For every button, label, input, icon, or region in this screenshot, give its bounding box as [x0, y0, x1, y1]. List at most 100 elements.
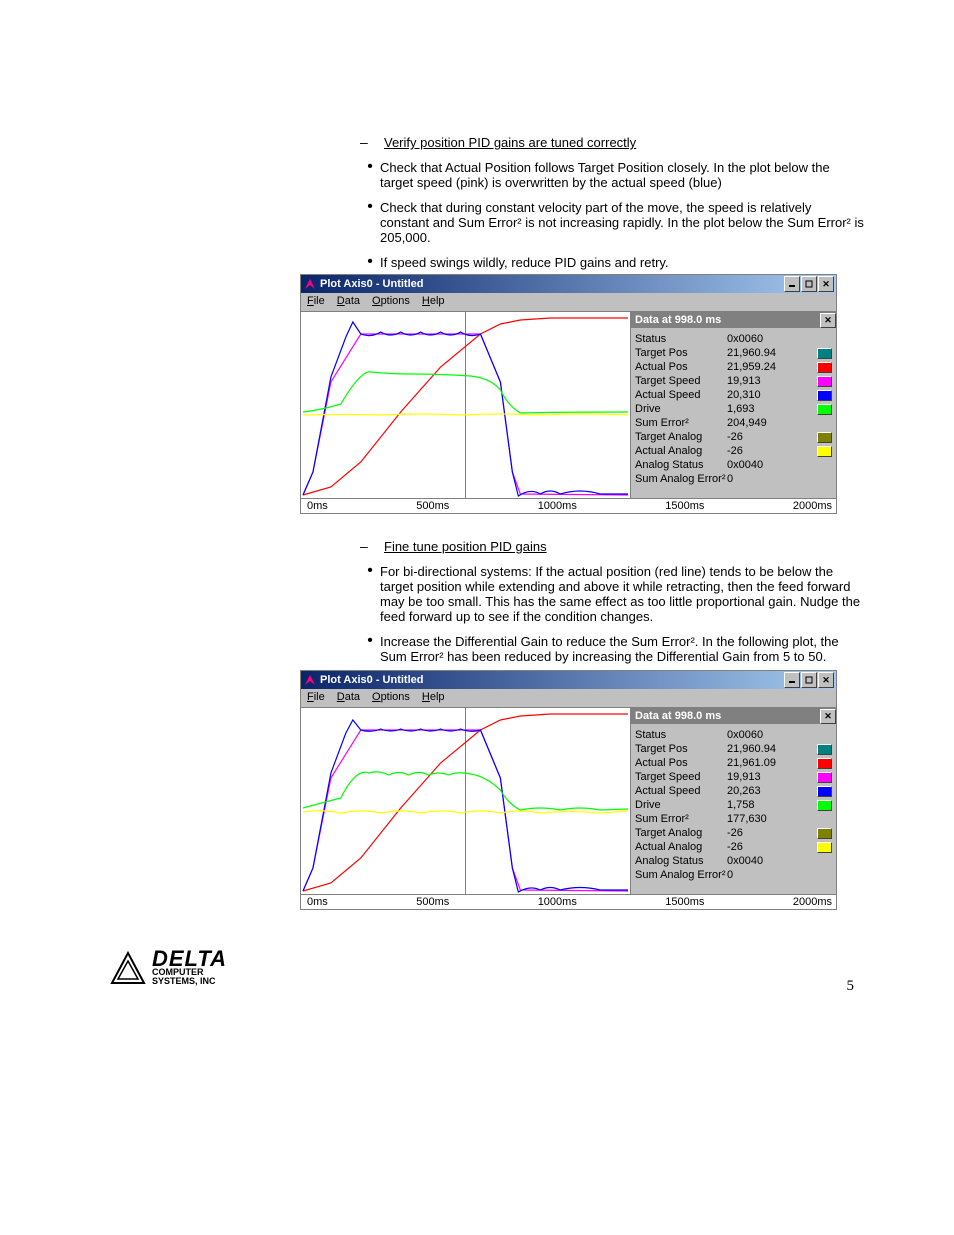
data-label: Actual Pos — [635, 757, 727, 769]
data-panel-close-button[interactable]: ✕ — [820, 709, 836, 724]
x-tick: 500ms — [416, 500, 449, 512]
close-button[interactable]: ✕ — [818, 276, 834, 292]
section-2-heading: Fine tune position PID gains — [384, 539, 547, 554]
data-value: -26 — [727, 431, 789, 443]
page: – Verify position PID gains are tuned co… — [0, 0, 954, 1035]
data-value: 0x0040 — [727, 459, 789, 471]
data-label: Target Pos — [635, 743, 727, 755]
plot-window-1: Plot Axis0 - Untitled ✕ File Data Option… — [300, 274, 837, 514]
app-icon — [303, 673, 317, 687]
data-row: Actual Pos21,961.09 — [635, 756, 832, 770]
data-label: Actual Speed — [635, 389, 727, 401]
data-row: Actual Pos21,959.24 — [635, 360, 832, 374]
x-tick: 1000ms — [538, 896, 577, 908]
data-row: Actual Speed20,310 — [635, 388, 832, 402]
menu-help[interactable]: Help — [422, 295, 445, 307]
data-row: Drive1,693 — [635, 402, 832, 416]
chart-area-1[interactable] — [301, 312, 630, 498]
dash-icon: – — [360, 134, 384, 150]
color-swatch[interactable] — [817, 800, 832, 811]
footer-text: DELTA COMPUTER SYSTEMS, INC — [152, 950, 227, 986]
color-swatch[interactable] — [817, 758, 832, 769]
bullet-icon: • — [360, 255, 380, 269]
data-value: 20,263 — [727, 785, 789, 797]
plot-window-2: Plot Axis0 - Untitled ✕ File Data Option… — [300, 670, 837, 910]
data-row: Status0x0060 — [635, 332, 832, 346]
color-swatch[interactable] — [817, 772, 832, 783]
data-value: 21,960.94 — [727, 347, 789, 359]
data-row: Analog Status0x0040 — [635, 854, 832, 868]
close-button[interactable]: ✕ — [818, 672, 834, 688]
data-label: Target Analog — [635, 827, 727, 839]
x-tick: 0ms — [307, 500, 328, 512]
data-value: 21,961.09 — [727, 757, 789, 769]
menu-bar: File Data Options Help — [301, 689, 836, 708]
chart-area-2[interactable] — [301, 708, 630, 894]
menu-options[interactable]: Options — [372, 691, 410, 703]
menu-options[interactable]: Options — [372, 295, 410, 307]
data-value: 0x0060 — [727, 729, 789, 741]
data-value: 19,913 — [727, 375, 789, 387]
color-swatch[interactable] — [817, 376, 832, 387]
color-swatch[interactable] — [817, 404, 832, 415]
data-label: Actual Speed — [635, 785, 727, 797]
section-1-heading-row: – Verify position PID gains are tuned co… — [360, 134, 864, 150]
title-bar[interactable]: Plot Axis0 - Untitled ✕ — [301, 671, 836, 689]
title-bar[interactable]: Plot Axis0 - Untitled ✕ — [301, 275, 836, 293]
data-row: Target Analog-26 — [635, 430, 832, 444]
color-swatch[interactable] — [817, 828, 832, 839]
x-tick: 1500ms — [665, 896, 704, 908]
data-rows-2: Status0x0060Target Pos21,960.94Actual Po… — [631, 724, 836, 884]
data-label: Target Speed — [635, 771, 727, 783]
color-swatch[interactable] — [817, 446, 832, 457]
data-panel-close-button[interactable]: ✕ — [820, 313, 836, 328]
x-tick: 2000ms — [793, 500, 832, 512]
data-rows-1: Status0x0060Target Pos21,960.94Actual Po… — [631, 328, 836, 488]
data-label: Drive — [635, 403, 727, 415]
color-swatch[interactable] — [817, 348, 832, 359]
data-value: -26 — [727, 827, 789, 839]
section-1-heading: Verify position PID gains are tuned corr… — [384, 135, 636, 150]
maximize-button[interactable] — [801, 276, 817, 292]
data-row: Target Speed19,913 — [635, 374, 832, 388]
data-row: Sum Analog Error²0 — [635, 472, 832, 486]
color-swatch[interactable] — [817, 432, 832, 443]
menu-data[interactable]: Data — [337, 691, 360, 703]
menu-bar: File Data Options Help — [301, 293, 836, 312]
plot-body: Data at 998.0 ms ✕ Status0x0060Target Po… — [301, 708, 836, 894]
color-swatch[interactable] — [817, 362, 832, 373]
data-label: Actual Analog — [635, 841, 727, 853]
data-label: Drive — [635, 799, 727, 811]
bullet-1-3-text: If speed swings wildly, reduce PID gains… — [380, 255, 864, 270]
minimize-button[interactable] — [784, 276, 800, 292]
bullet-icon: • — [360, 564, 380, 578]
minimize-button[interactable] — [784, 672, 800, 688]
data-row: Target Speed19,913 — [635, 770, 832, 784]
x-tick: 1500ms — [665, 500, 704, 512]
menu-file[interactable]: File — [307, 295, 325, 307]
menu-data[interactable]: Data — [337, 295, 360, 307]
maximize-button[interactable] — [801, 672, 817, 688]
data-label: Sum Analog Error² — [635, 473, 727, 485]
window-title: Plot Axis0 - Untitled — [320, 674, 784, 686]
data-row: Analog Status0x0040 — [635, 458, 832, 472]
menu-file[interactable]: File — [307, 691, 325, 703]
data-label: Status — [635, 729, 727, 741]
x-axis-1: 0ms 500ms 1000ms 1500ms 2000ms — [301, 498, 836, 513]
bullet-2-1: • For bi-directional systems: If the act… — [360, 564, 864, 624]
data-value: -26 — [727, 841, 789, 853]
bullet-icon: • — [360, 160, 380, 174]
data-value: 0 — [727, 869, 789, 881]
color-swatch[interactable] — [817, 744, 832, 755]
color-swatch[interactable] — [817, 842, 832, 853]
menu-help[interactable]: Help — [422, 691, 445, 703]
data-panel-title-bar[interactable]: Data at 998.0 ms ✕ — [631, 312, 836, 328]
data-panel-1: Data at 998.0 ms ✕ Status0x0060Target Po… — [630, 312, 836, 498]
data-value: 0 — [727, 473, 789, 485]
bullet-2-1-text: For bi-directional systems: If the actua… — [380, 564, 864, 624]
delta-logo-icon — [110, 951, 146, 985]
data-panel-title-bar[interactable]: Data at 998.0 ms ✕ — [631, 708, 836, 724]
color-swatch[interactable] — [817, 786, 832, 797]
color-swatch[interactable] — [817, 390, 832, 401]
bullet-2-2-text: Increase the Differential Gain to reduce… — [380, 634, 864, 664]
